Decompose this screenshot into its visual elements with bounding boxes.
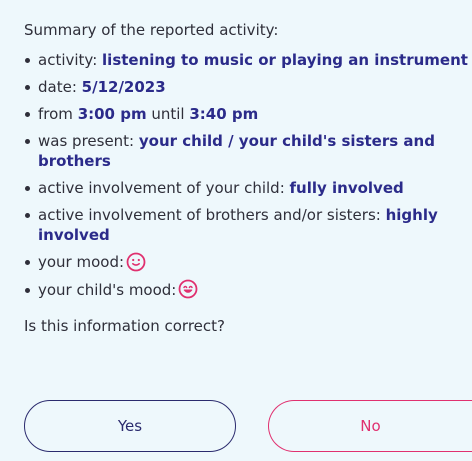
- child-mood-label: your child's mood:: [38, 280, 177, 299]
- happy-face-icon: [178, 279, 198, 299]
- list-item-child-mood: your child's mood:: [24, 279, 468, 301]
- list-item-child-involvement: active involvement of your child: fully …: [24, 178, 468, 198]
- present-label: was present:: [38, 132, 139, 150]
- from-label: from: [38, 105, 78, 123]
- child-involvement-label: active involvement of your child:: [38, 179, 290, 197]
- list-item-activity: activity: listening to music or playing …: [24, 50, 468, 70]
- your-mood-label: your mood:: [38, 253, 125, 271]
- list-item-time: from 3:00 pm until 3:40 pm: [24, 104, 468, 124]
- activity-label: activity:: [38, 51, 103, 69]
- from-time-value: 3:00 pm: [77, 105, 147, 123]
- yes-button[interactable]: Yes: [24, 400, 236, 452]
- activity-summary-card: Summary of the reported activity: activi…: [0, 0, 472, 461]
- slightly-smiling-face-icon: [126, 252, 146, 272]
- until-label: until: [146, 105, 190, 123]
- activity-value: listening to music or playing an instrum…: [102, 51, 468, 69]
- summary-list: activity: listening to music or playing …: [24, 50, 472, 300]
- child-involvement-value: fully involved: [289, 179, 404, 197]
- summary-title: Summary of the reported activity:: [24, 21, 279, 39]
- siblings-involvement-label: active involvement of brothers and/or si…: [38, 206, 386, 224]
- list-item-present: was present: your child / your child's s…: [24, 131, 468, 171]
- list-item-date: date: 5/12/2023: [24, 77, 468, 97]
- date-label: date:: [38, 78, 82, 96]
- until-time-value: 3:40 pm: [189, 105, 259, 123]
- no-button[interactable]: No: [268, 400, 472, 452]
- confirmation-question: Is this information correct?: [24, 317, 225, 335]
- list-item-your-mood: your mood:: [24, 252, 468, 273]
- date-value: 5/12/2023: [81, 78, 166, 96]
- list-item-siblings-involvement: active involvement of brothers and/or si…: [24, 205, 468, 245]
